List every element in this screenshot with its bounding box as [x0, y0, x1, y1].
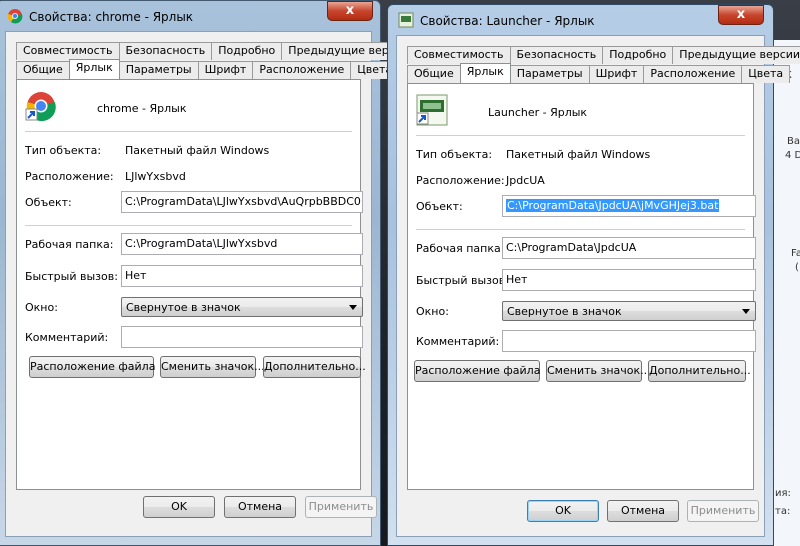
window-titlebar[interactable]: Свойства: chrome - Ярлык x — [0, 1, 380, 31]
object-type-label: Тип объекта: — [25, 144, 102, 157]
chrome-properties-window: Свойства: chrome - Ярлык x Совместимость… — [0, 0, 417, 546]
tab-details[interactable]: Подробно — [602, 46, 674, 64]
change-icon-button[interactable]: Сменить значок... — [546, 360, 651, 382]
apply-button[interactable]: Применить — [687, 500, 759, 522]
start-in-input[interactable]: C:\ProgramData\JpdcUA — [502, 237, 756, 259]
background-text: Fa — [791, 248, 800, 259]
shortcut-name: Launcher - Ярлык — [488, 106, 588, 119]
object-type-value: Пакетный файл Windows — [125, 144, 270, 157]
comment-input[interactable] — [121, 326, 363, 348]
background-explorer-panel: Ba 4 D Fa ( ия: та: Ж — [770, 40, 800, 546]
tab-security[interactable]: Безопасность — [509, 46, 604, 64]
tab-shortcut[interactable]: Ярлык — [68, 59, 120, 79]
advanced-button[interactable]: Дополнительно... — [648, 360, 751, 382]
comment-label: Комментарий: — [416, 335, 500, 348]
location-label: Расположение: — [25, 170, 114, 183]
hotkey-label: Быстрый вызов: — [416, 274, 509, 287]
tab-details[interactable]: Подробно — [211, 42, 283, 60]
chrome-icon — [7, 9, 23, 24]
tab-compatibility[interactable]: Совместимость — [407, 46, 511, 64]
tabs-row-bottom: Общие Ярлык Параметры Шрифт Расположение… — [16, 59, 400, 79]
ok-button[interactable]: OK — [143, 496, 215, 518]
run-label: Окно: — [25, 301, 58, 314]
apply-button[interactable]: Применить — [305, 496, 377, 518]
start-in-input[interactable]: C:\ProgramData\LJlwYxsbvd — [121, 233, 363, 255]
run-select-value: Свернутое в значок — [507, 305, 622, 318]
comment-label: Комментарий: — [25, 331, 109, 344]
location-label: Расположение: — [416, 174, 505, 187]
background-text: та: — [775, 506, 791, 517]
object-type-value: Пакетный файл Windows — [506, 148, 651, 161]
shortcut-name: chrome - Ярлык — [97, 102, 187, 115]
open-file-location-button[interactable]: Расположение файла — [414, 360, 540, 382]
background-text: ( — [795, 262, 799, 273]
close-button[interactable]: x — [718, 5, 764, 25]
tab-font[interactable]: Шрифт — [197, 61, 254, 79]
window-title: Свойства: Launcher - Ярлык — [420, 14, 595, 28]
divider — [416, 135, 745, 136]
tab-security[interactable]: Безопасность — [118, 42, 213, 60]
launcher-app-icon — [398, 12, 414, 28]
target-label: Объект: — [25, 196, 72, 209]
tab-layout[interactable]: Расположение — [252, 61, 352, 79]
hotkey-input[interactable]: Нет — [121, 265, 363, 287]
chevron-down-icon — [742, 309, 750, 314]
ok-button[interactable]: OK — [527, 500, 599, 522]
target-label: Объект: — [416, 200, 463, 213]
run-select[interactable]: Свернутое в значок — [121, 297, 363, 317]
tab-font[interactable]: Шрифт — [588, 65, 645, 83]
divider — [416, 229, 745, 230]
target-input-selected-text: C:\ProgramData\JpdcUA\jMvGHJej3.bat — [506, 199, 720, 212]
dialog-client: Совместимость Безопасность Подробно Пред… — [5, 31, 417, 537]
location-value: JpdcUA — [506, 174, 545, 187]
divider — [25, 131, 352, 132]
close-button[interactable]: x — [327, 1, 373, 21]
launcher-shortcut-icon — [416, 94, 448, 126]
tab-general[interactable]: Общие — [16, 61, 70, 79]
window-titlebar[interactable]: Свойства: Launcher - Ярлык x — [388, 5, 773, 35]
run-select[interactable]: Свернутое в значок — [502, 301, 756, 321]
tab-previous-versions[interactable]: Предыдущие версии — [672, 46, 800, 64]
run-select-value: Свернутое в значок — [126, 301, 241, 314]
chrome-shortcut-icon — [25, 92, 56, 122]
tab-shortcut[interactable]: Ярлык — [459, 63, 511, 83]
object-type-label: Тип объекта: — [416, 148, 493, 161]
tabs-row-bottom: Общие Ярлык Параметры Шрифт Расположение… — [407, 63, 791, 83]
tab-general[interactable]: Общие — [407, 65, 461, 83]
hotkey-input[interactable]: Нет — [502, 269, 756, 291]
background-text: 4 D — [785, 150, 800, 161]
target-input[interactable]: C:\ProgramData\LJlwYxsbvd\AuQrpbBBDC0.ba… — [121, 191, 363, 213]
target-input[interactable]: C:\ProgramData\JpdcUA\jMvGHJej3.bat — [502, 195, 756, 217]
shortcut-tab-page: chrome - Ярлык Тип объекта: Пакетный фай… — [16, 79, 366, 490]
advanced-button[interactable]: Дополнительно... — [263, 356, 366, 378]
dialog-client: Совместимость Безопасность Подробно Пред… — [396, 35, 800, 537]
hotkey-label: Быстрый вызов: — [25, 270, 118, 283]
tabs-row-top: Совместимость Безопасность Подробно Пред… — [407, 46, 800, 64]
start-in-label: Рабочая папка: — [25, 238, 114, 251]
tab-colors[interactable]: Цвета — [741, 65, 791, 83]
tab-compatibility[interactable]: Совместимость — [16, 42, 120, 60]
shortcut-tab-page: Launcher - Ярлык Тип объекта: Пакетный ф… — [407, 83, 756, 490]
close-icon: x — [345, 3, 355, 18]
tabs-row-top: Совместимость Безопасность Подробно Пред… — [16, 42, 417, 60]
close-icon: x — [736, 7, 746, 22]
background-text: Ba — [787, 136, 800, 147]
divider — [25, 225, 352, 226]
launcher-properties-window: Свойства: Launcher - Ярлык x Совместимос… — [387, 4, 800, 546]
cancel-button[interactable]: Отмена — [224, 496, 296, 518]
tab-options[interactable]: Параметры — [118, 61, 199, 79]
background-text: ия: — [775, 488, 791, 499]
chevron-down-icon — [349, 305, 357, 310]
cancel-button[interactable]: Отмена — [607, 500, 679, 522]
start-in-label: Рабочая папка: — [416, 242, 505, 255]
change-icon-button[interactable]: Сменить значок... — [160, 356, 265, 378]
window-title: Свойства: chrome - Ярлык — [29, 10, 194, 24]
tab-options[interactable]: Параметры — [509, 65, 590, 83]
tab-layout[interactable]: Расположение — [643, 65, 743, 83]
run-label: Окно: — [416, 305, 449, 318]
location-value: LJlwYxsbvd — [125, 170, 186, 183]
open-file-location-button[interactable]: Расположение файла — [29, 356, 155, 378]
comment-input[interactable] — [502, 330, 756, 352]
